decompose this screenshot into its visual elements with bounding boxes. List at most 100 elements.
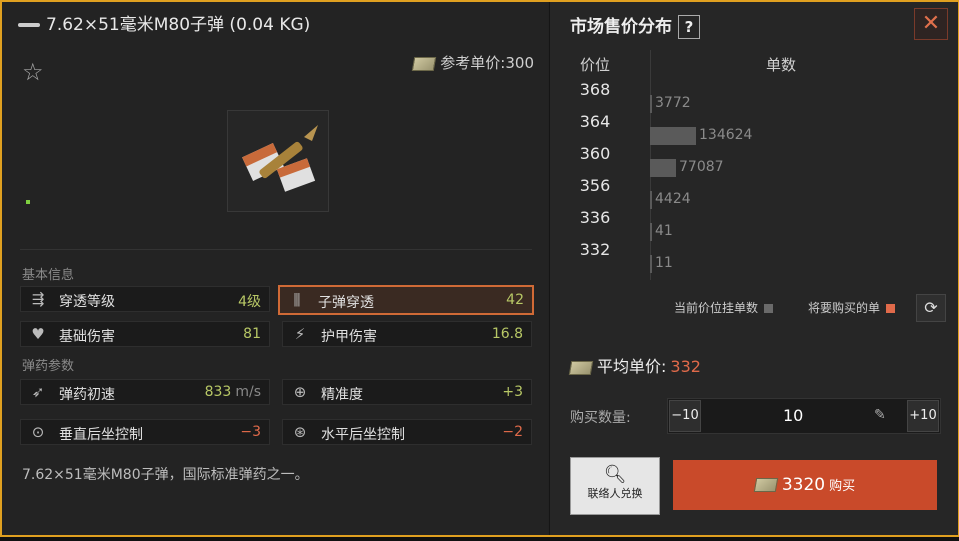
- stat-value: 4级: [238, 294, 261, 310]
- buy-label: 购买: [829, 479, 856, 494]
- buy-button[interactable]: 3320 购买: [673, 460, 937, 510]
- stat-muzzle-velocity: ➶ 弹药初速 833 m/s: [20, 379, 270, 405]
- stat-penetration-level: ⇶ 穿透等级 4级: [20, 286, 270, 312]
- legend-current-swatch: [764, 304, 774, 313]
- market-title: 市场售价分布?: [570, 12, 700, 39]
- stat-vertical-recoil: ⊙ 垂直后坐控制 −3: [20, 419, 270, 445]
- pencil-icon[interactable]: ✎: [874, 407, 886, 423]
- stat-horizontal-recoil: ⊛ 水平后坐控制 −2: [282, 419, 532, 445]
- distribution-bar: [650, 95, 652, 113]
- armor-damage-icon: ⚡: [294, 325, 306, 343]
- price-column-header: 价位: [580, 56, 611, 74]
- help-button[interactable]: ?: [678, 15, 700, 39]
- velocity-number: 833: [204, 384, 232, 400]
- stat-value: 81: [243, 326, 261, 342]
- bullet-box-icon: [242, 125, 318, 192]
- status-dot: [26, 200, 30, 204]
- stat-value: 833 m/s: [205, 384, 261, 400]
- stat-value: 16.8: [491, 326, 523, 342]
- legend-current-label: 当前价位挂单数: [674, 301, 759, 315]
- contact-label: 联络人兑换: [587, 487, 643, 500]
- item-title-text: 7.62×51毫米M80子弹 (0.04 KG): [46, 15, 311, 35]
- market-title-text: 市场售价分布: [570, 17, 672, 37]
- legend-buy-label: 将要购买的单: [808, 301, 881, 315]
- order-count-label: 4424: [655, 191, 691, 207]
- divider: [20, 249, 532, 250]
- section-basic-info: 基本信息: [22, 268, 75, 283]
- stat-label: 水平后坐控制: [321, 427, 405, 443]
- distribution-bar: [650, 255, 652, 273]
- stat-label: 基础伤害: [59, 329, 115, 345]
- buy-total: 3320: [781, 475, 826, 495]
- ref-price-value: 300: [505, 54, 534, 72]
- distribution-bar: [650, 159, 676, 177]
- cash-icon: [568, 360, 594, 375]
- stat-value: +3: [502, 384, 523, 400]
- plus-10-button[interactable]: +10: [907, 400, 939, 432]
- close-button[interactable]: ✕: [914, 8, 948, 40]
- quantity-stepper[interactable]: −10 10 ✎ +10: [667, 398, 941, 434]
- stat-label: 穿透等级: [59, 294, 115, 310]
- ref-price-label: 参考单价:: [440, 54, 506, 72]
- stat-label: 护甲伤害: [321, 329, 377, 345]
- section-ammo-params: 弹药参数: [22, 359, 75, 374]
- price-tick-label: 336: [579, 208, 611, 227]
- stat-label: 子弹穿透: [318, 295, 374, 311]
- avg-label: 平均单价:: [597, 357, 667, 376]
- crosshair-icon: ⊕: [293, 383, 307, 401]
- broken-heart-icon: ♥: [31, 325, 45, 343]
- bullet-penetration-icon: ⫼: [293, 291, 301, 309]
- stat-base-damage: ♥ 基础伤害 81: [20, 321, 270, 347]
- distribution-bar: [650, 223, 652, 241]
- count-column-header: 单数: [766, 56, 797, 74]
- stat-value: −3: [240, 424, 261, 440]
- contact-exchange-button[interactable]: 🔍︎ 联络人兑换: [570, 457, 660, 515]
- item-info-panel: 7.62×51毫米M80子弹 (0.04 KG) ☆ 参考单价:300 基本信息…: [2, 2, 548, 535]
- favorite-star-icon[interactable]: ☆: [22, 58, 44, 86]
- quantity-label: 购买数量:: [570, 410, 631, 426]
- quantity-input[interactable]: 10: [783, 406, 803, 425]
- order-count-label: 3772: [655, 95, 691, 111]
- ammo-icon: [18, 23, 40, 27]
- legend-buy-swatch: [886, 304, 896, 313]
- stat-label: 弹药初速: [59, 387, 115, 403]
- item-detail-window: 7.62×51毫米M80子弹 (0.04 KG) ☆ 参考单价:300 基本信息…: [0, 0, 959, 537]
- market-panel: 市场售价分布? ✕ 价位 单数 368 3772 364 134624 360 77087…: [549, 2, 958, 535]
- item-image: [227, 110, 329, 212]
- price-tick-label: 356: [579, 176, 611, 195]
- avg-value: 332: [670, 357, 701, 376]
- order-count-label: 77087: [679, 159, 724, 175]
- order-count-label: 41: [655, 223, 673, 239]
- order-count-label: 11: [655, 255, 673, 271]
- stat-bullet-penetration[interactable]: ⫼ 子弹穿透 42: [278, 285, 534, 315]
- minus-10-button[interactable]: −10: [669, 400, 701, 432]
- price-tick-label: 368: [579, 80, 611, 99]
- item-description: 7.62×51毫米M80子弹，国际标准弹药之一。: [22, 467, 309, 483]
- price-tick-label: 364: [579, 112, 611, 131]
- order-count-label: 134624: [699, 127, 753, 143]
- velocity-unit: m/s: [235, 384, 261, 400]
- legend-current: 当前价位挂单数: [674, 299, 774, 316]
- price-tick-label: 332: [579, 240, 611, 259]
- stat-label: 垂直后坐控制: [59, 427, 143, 443]
- cash-icon: [412, 56, 437, 71]
- refresh-icon: ⟳: [924, 298, 938, 317]
- velocity-icon: ➶: [31, 383, 45, 401]
- stat-label: 精准度: [321, 387, 363, 403]
- average-price: 平均单价: 332: [568, 353, 701, 377]
- stat-value: −2: [502, 424, 523, 440]
- distribution-bar: [650, 127, 696, 145]
- horizontal-recoil-icon: ⊛: [293, 423, 307, 441]
- stat-accuracy: ⊕ 精准度 +3: [282, 379, 532, 405]
- distribution-bar: [650, 191, 652, 209]
- item-title: 7.62×51毫米M80子弹 (0.04 KG): [18, 10, 310, 35]
- vertical-recoil-icon: ⊙: [31, 423, 45, 441]
- price-tick-label: 360: [579, 144, 611, 163]
- cash-icon: [753, 478, 779, 492]
- reference-price: 参考单价:300: [412, 52, 534, 73]
- legend-buy: 将要购买的单: [808, 299, 896, 316]
- refresh-button[interactable]: ⟳: [916, 294, 946, 322]
- stat-value: 42: [506, 292, 524, 308]
- stat-armor-damage: ⚡ 护甲伤害 16.8: [282, 321, 532, 347]
- penetration-icon: ⇶: [31, 290, 45, 308]
